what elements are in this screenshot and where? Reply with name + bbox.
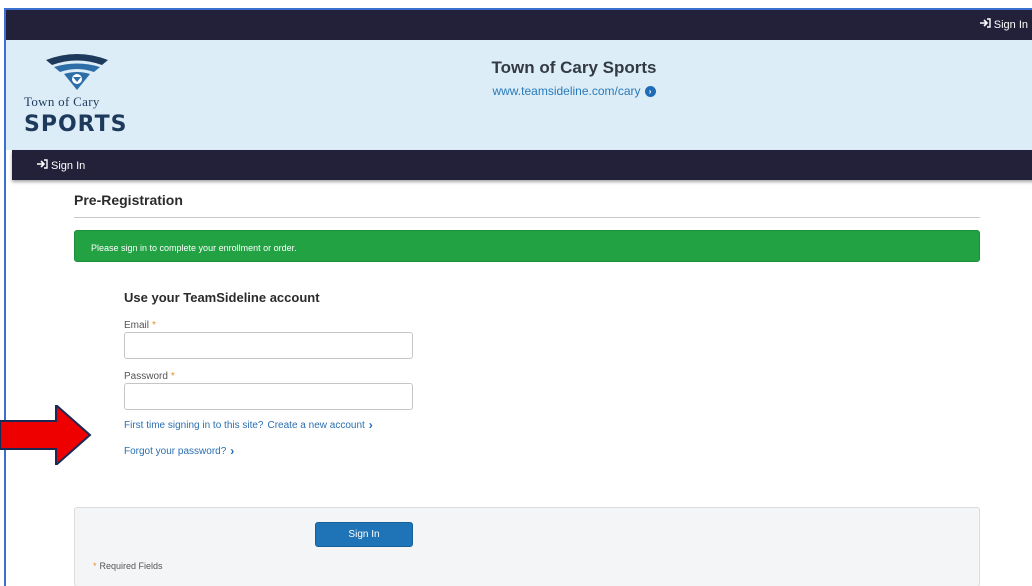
required-fields-note: * Required Fields	[93, 561, 163, 571]
password-label-text: Password	[124, 371, 168, 382]
sign-in-icon	[979, 18, 991, 31]
required-asterisk: *	[170, 371, 175, 382]
sign-in-button[interactable]: Sign In	[315, 522, 413, 547]
sign-in-icon	[36, 159, 48, 172]
site-header: Town of Cary SPORTS Town of Cary Sports …	[6, 40, 1032, 150]
create-account-text: Create a new account	[267, 419, 365, 431]
site-url-text: www.teamsideline.com/cary	[492, 84, 641, 98]
create-account-link[interactable]: First time signing in to this site? Crea…	[124, 418, 373, 432]
circle-chevron-right-icon: ›	[644, 85, 656, 97]
email-label-text: Email	[124, 320, 150, 331]
form-footer-panel: Sign In * Required Fields	[74, 507, 980, 586]
site-url-link[interactable]: www.teamsideline.com/cary ›	[6, 84, 1032, 98]
required-asterisk: *	[152, 320, 156, 331]
top-sign-in-label: Sign In	[993, 18, 1028, 31]
chevron-right-icon: ›	[230, 444, 235, 458]
required-fields-text: Required Fields	[99, 561, 163, 571]
email-input[interactable]	[124, 332, 413, 359]
info-alert: Please sign in to complete your enrollme…	[74, 230, 980, 262]
main-navbar: Sign In	[12, 150, 1032, 180]
site-title: Town of Cary Sports	[491, 58, 657, 77]
password-input[interactable]	[124, 383, 413, 410]
password-label: Password *	[124, 371, 175, 382]
title-divider	[74, 217, 980, 218]
login-section-heading: Use your TeamSideline account	[124, 290, 320, 305]
red-arrow-annotation-icon	[0, 405, 92, 465]
logo-sports-text: SPORTS	[24, 112, 128, 137]
chevron-right-icon: ›	[368, 418, 373, 432]
forgot-password-link[interactable]: Forgot your password? ›	[124, 444, 234, 458]
page-title: Pre-Registration	[74, 192, 183, 208]
browser-frame: Sign In Town of Cary SPORTS Town of Cary…	[4, 8, 1032, 586]
forgot-password-text: Forgot your password?	[124, 445, 227, 457]
email-label: Email *	[124, 320, 156, 331]
create-account-prefix: First time signing in to this site?	[124, 419, 264, 431]
nav-sign-in-link[interactable]: Sign In	[36, 159, 85, 172]
required-asterisk: *	[93, 561, 97, 571]
top-utility-bar: Sign In	[6, 10, 1032, 40]
nav-sign-in-label: Sign In	[51, 159, 86, 172]
top-sign-in-link[interactable]: Sign In	[979, 18, 1028, 31]
